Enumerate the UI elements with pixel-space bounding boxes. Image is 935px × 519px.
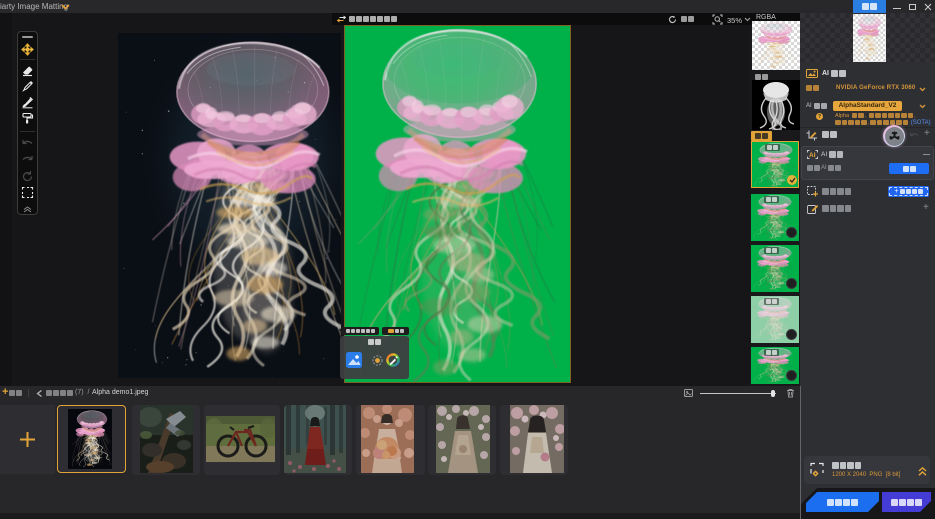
svg-text:AI: AI <box>809 152 816 159</box>
